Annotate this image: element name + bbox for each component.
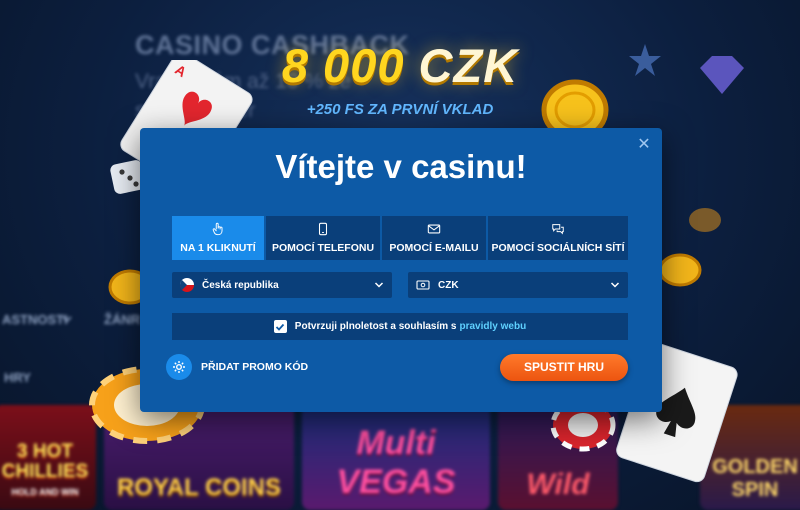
- gear-icon: [173, 361, 185, 373]
- game-tile[interactable]: Wild: [498, 405, 618, 510]
- hero-bonus-amount: 8 000 CZK: [0, 38, 800, 93]
- consent-label: Potvrzuji plnoletost a souhlasím s: [294, 321, 457, 332]
- game-tile-title: GOLDEN SPIN: [712, 456, 798, 501]
- currency-select-value: CZK: [438, 279, 459, 291]
- game-tile-sub: HOLD AND WIN: [11, 487, 79, 497]
- start-game-button[interactable]: SPUSTIT HRU: [500, 354, 628, 381]
- country-select-value: Česká republika: [202, 279, 279, 291]
- tab-email[interactable]: POMOCÍ E-MAILU: [382, 216, 486, 260]
- chevron-down-icon: [62, 312, 72, 327]
- registration-method-tabs: NA 1 KLIKNUTÍ POMOCÍ TELEFONU POMOCÍ E-M…: [172, 216, 628, 260]
- tab-label: NA 1 KLIKNUTÍ: [180, 242, 256, 254]
- bg-nav-item[interactable]: ŽÁNR: [104, 312, 140, 327]
- hero-free-spins: +250 FS ZA PRVNÍ VKLAD: [306, 101, 494, 118]
- promo-code-label: PŘIDAT PROMO KÓD: [201, 361, 309, 373]
- tab-label: POMOCÍ E-MAILU: [389, 242, 479, 254]
- tab-phone[interactable]: POMOCÍ TELEFONU: [266, 216, 380, 260]
- game-tile-title: ROYAL COINS: [116, 474, 282, 501]
- checkmark-icon: [276, 323, 285, 331]
- game-tile-title: 3 HOT CHILLIES: [1, 441, 89, 482]
- phone-icon: [318, 222, 328, 236]
- envelope-icon: [427, 224, 441, 234]
- consent-checkbox[interactable]: [273, 320, 287, 333]
- chevron-down-icon: [374, 282, 384, 288]
- game-tile[interactable]: Multi VEGAS: [302, 405, 490, 510]
- game-tile-title: Wild: [526, 468, 590, 501]
- modal-title: Vítejte v casinu!: [275, 148, 527, 185]
- game-tile[interactable]: 3 HOT CHILLIES HOLD AND WIN: [0, 405, 96, 510]
- money-icon: [416, 280, 430, 290]
- chevron-down-icon: [610, 282, 620, 288]
- registration-modal: ✕ Vítejte v casinu! NA 1 KLIKNUTÍ POMOCÍ…: [140, 128, 662, 412]
- promo-icon-wrap: [166, 354, 192, 380]
- hero-amount-currency: CZK: [418, 39, 519, 92]
- czech-flag-icon: [180, 278, 194, 292]
- chat-bubbles-icon: [552, 224, 564, 235]
- hand-pointer-icon: [212, 222, 223, 236]
- game-tile-title: Multi VEGAS: [336, 424, 456, 501]
- add-promo-code-button[interactable]: PŘIDAT PROMO KÓD: [166, 353, 308, 381]
- tab-one-click[interactable]: NA 1 KLIKNUTÍ: [172, 216, 264, 260]
- consent-text: Potvrzuji plnoletost a souhlasím s pravid…: [295, 321, 526, 332]
- tab-social[interactable]: POMOCÍ SOCIÁLNÍCH SÍTÍ: [488, 216, 628, 260]
- terms-link[interactable]: pravidly webu: [460, 321, 527, 332]
- bg-nav-item[interactable]: ASTNOSTI: [2, 312, 68, 327]
- currency-select[interactable]: CZK: [408, 272, 628, 298]
- form-select-row: Česká republika CZK: [172, 272, 628, 298]
- tab-label: POMOCÍ SOCIÁLNÍCH SÍTÍ: [491, 242, 625, 254]
- hero-amount-value: 8 000: [281, 39, 405, 92]
- country-select[interactable]: Česká republika: [172, 272, 392, 298]
- consent-row: Potvrzuji plnoletost a souhlasím s pravid…: [172, 313, 628, 340]
- tab-label: POMOCÍ TELEFONU: [271, 242, 375, 254]
- game-tile[interactable]: ROYAL COINS: [104, 405, 294, 510]
- game-tile[interactable]: GOLDEN SPIN: [700, 405, 800, 510]
- bg-game-tiles: 3 HOT CHILLIES HOLD AND WIN ROYAL COINS …: [0, 405, 800, 510]
- bg-games-label: HRY: [4, 370, 31, 385]
